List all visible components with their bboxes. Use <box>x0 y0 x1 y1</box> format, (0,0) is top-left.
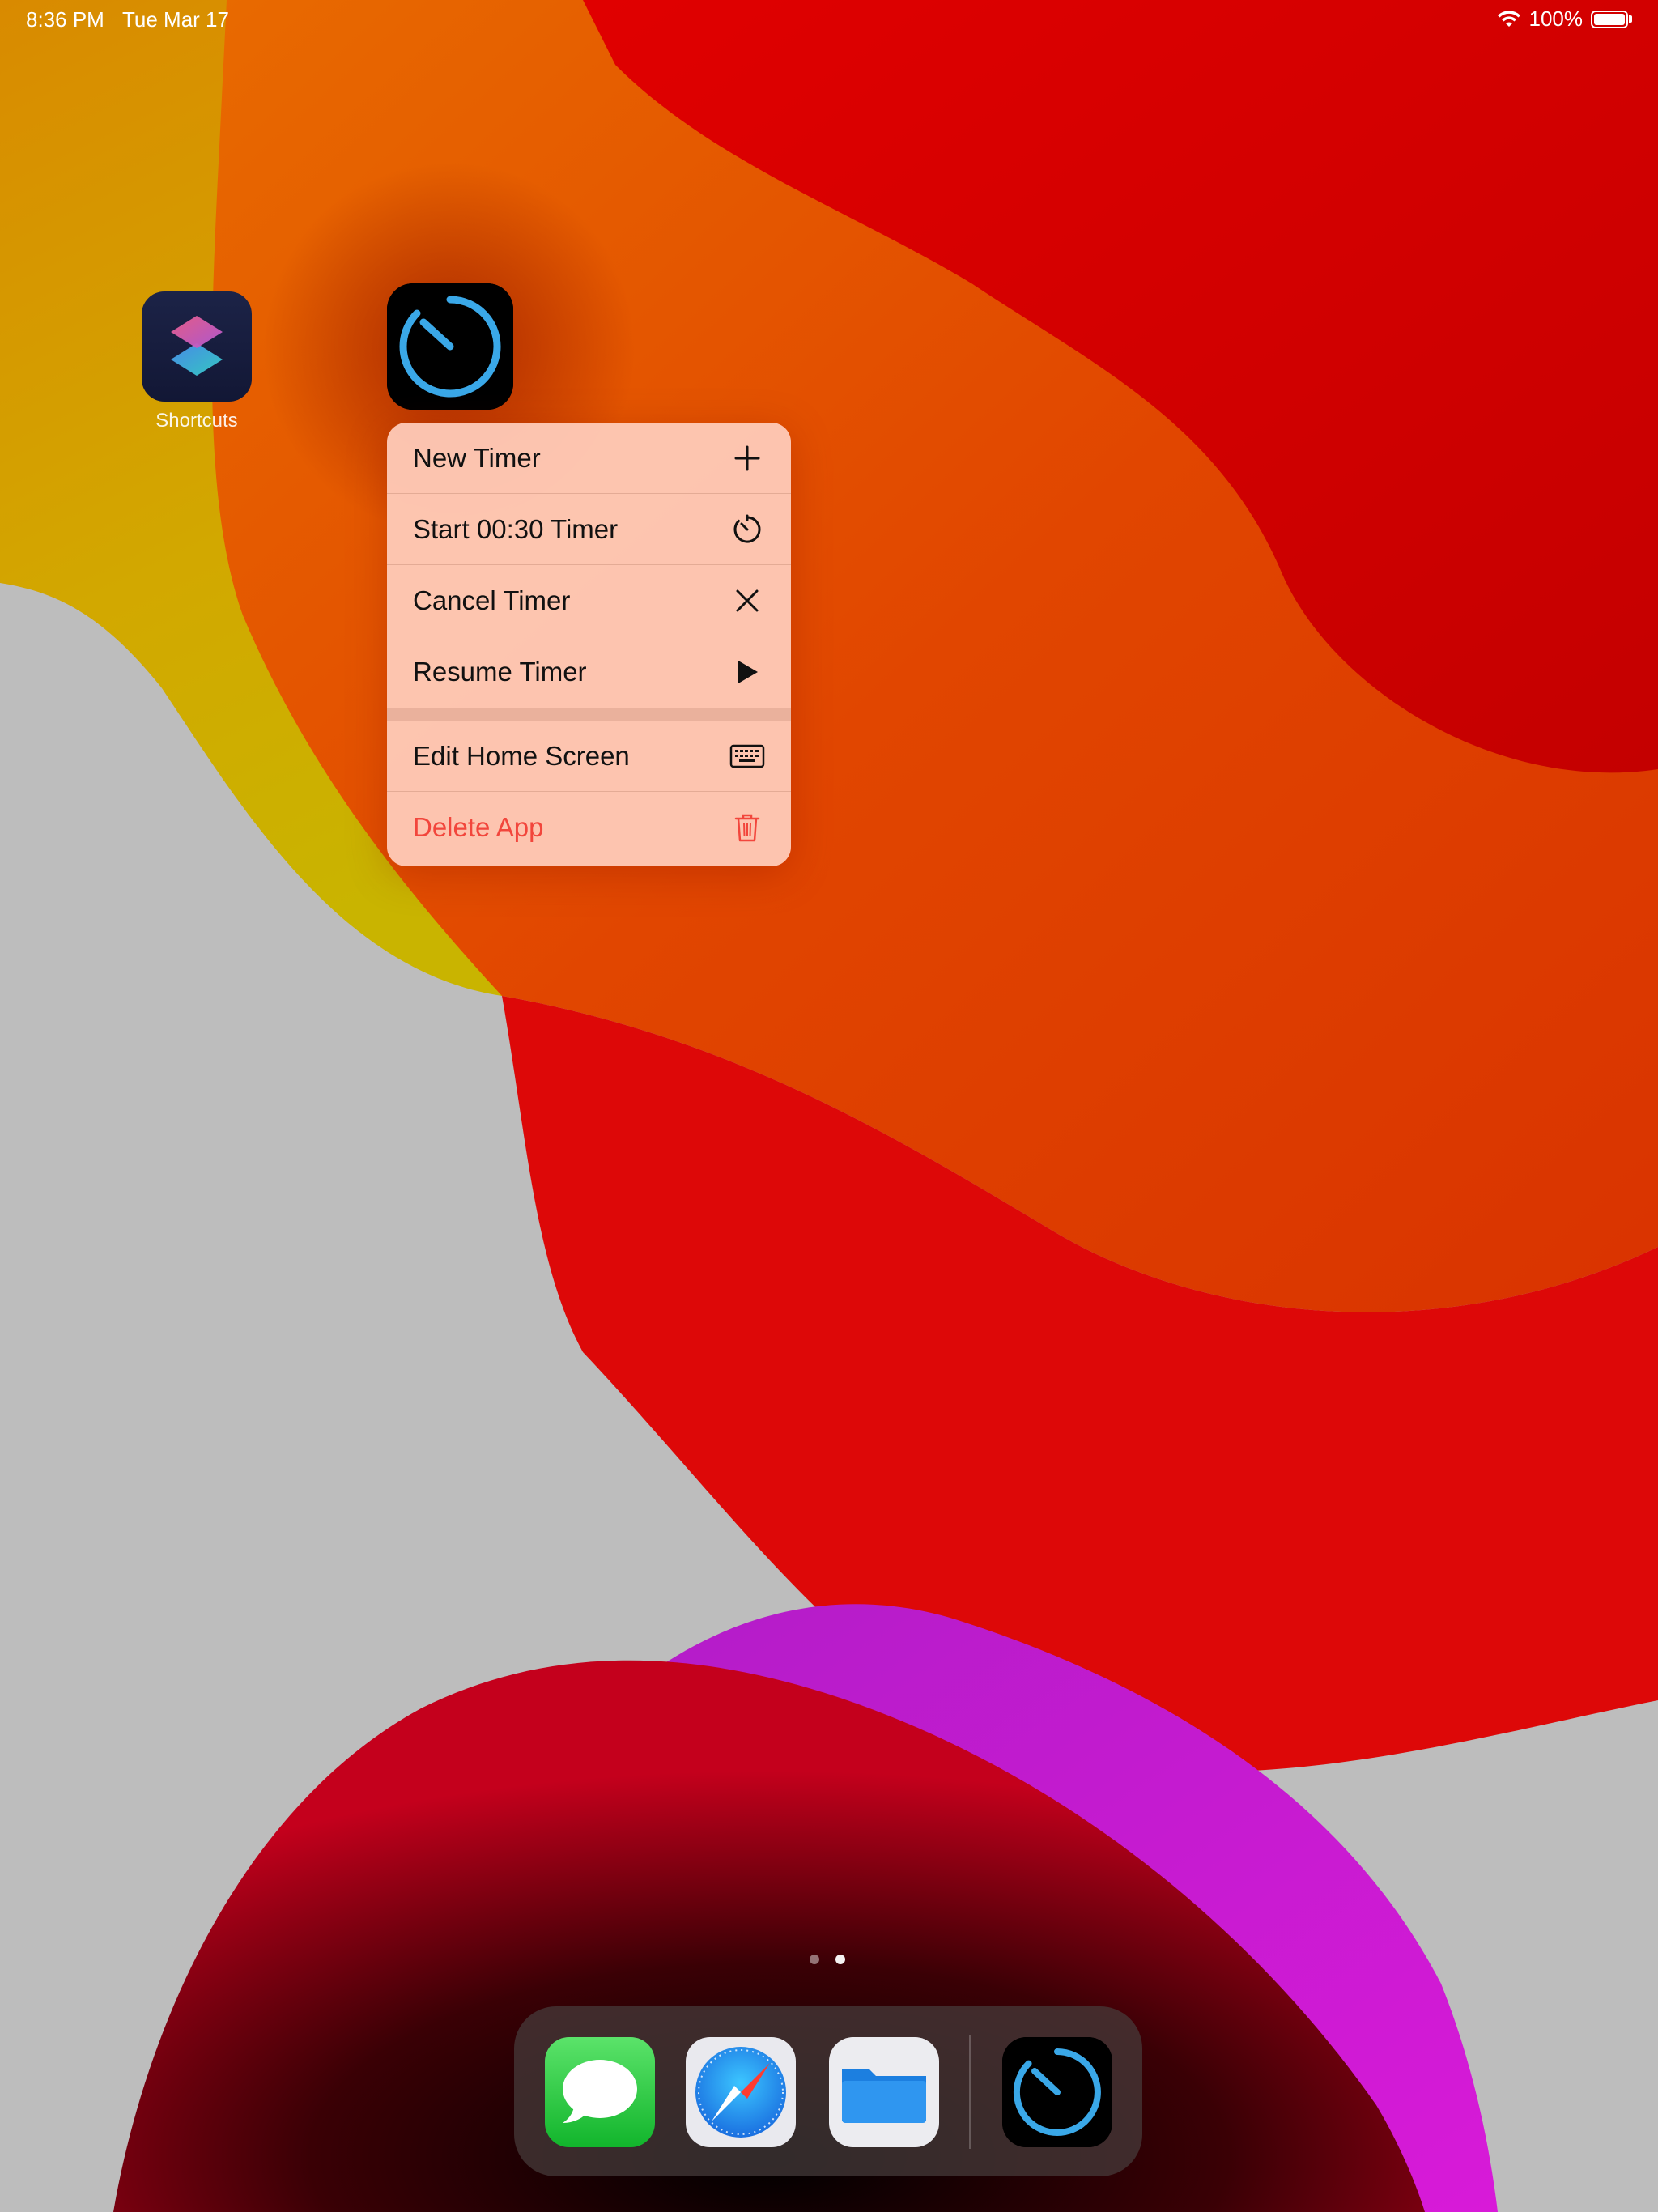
menu-item-label: Delete App <box>413 812 544 842</box>
menu-item-label: Cancel Timer <box>413 585 571 615</box>
menu-item-label: Edit Home Screen <box>413 740 630 771</box>
menu-item-delete-app[interactable]: Delete App <box>387 792 791 863</box>
dock-app-timer[interactable] <box>1002 2037 1112 2147</box>
menu-item-edit-home-screen[interactable]: Edit Home Screen <box>387 721 791 792</box>
status-time: 8:36 PM <box>26 7 104 32</box>
messages-icon <box>545 2037 655 2147</box>
wifi-icon <box>1497 10 1520 27</box>
dock-app-files[interactable] <box>829 2037 939 2147</box>
app-timer[interactable] <box>387 283 513 410</box>
shortcuts-icon <box>142 291 252 402</box>
keyboard-icon <box>729 738 765 774</box>
battery-percent: 100% <box>1528 6 1584 31</box>
timer-icon <box>387 283 513 410</box>
dock-app-messages[interactable] <box>545 2037 655 2147</box>
battery-icon <box>1591 10 1628 28</box>
menu-separator <box>387 708 791 721</box>
context-menu: New Timer Start 00:30 Timer Cancel Timer… <box>387 423 791 866</box>
safari-icon <box>686 2037 796 2147</box>
timer-icon <box>1002 2037 1112 2147</box>
menu-item-new-timer[interactable]: New Timer <box>387 423 791 494</box>
page-dot-2[interactable] <box>835 1955 845 1964</box>
menu-item-resume-timer[interactable]: Resume Timer <box>387 636 791 708</box>
trash-icon <box>729 810 765 845</box>
page-dot-1[interactable] <box>810 1955 819 1964</box>
app-shortcuts[interactable] <box>142 291 252 402</box>
status-indicators: 100% <box>1497 6 1632 32</box>
status-bar: 8:36 PM Tue Mar 17 100% <box>0 0 1658 39</box>
dock-divider <box>969 2035 971 2149</box>
dock <box>514 2006 1142 2176</box>
files-icon <box>829 2037 939 2147</box>
timer-icon <box>729 512 765 547</box>
menu-item-label: Resume Timer <box>413 657 587 687</box>
page-indicator[interactable] <box>810 1955 845 1964</box>
plus-icon <box>729 440 765 476</box>
status-date: Tue Mar 17 <box>122 7 229 32</box>
menu-item-cancel-timer[interactable]: Cancel Timer <box>387 565 791 636</box>
menu-item-label: Start 00:30 Timer <box>413 513 619 544</box>
menu-item-label: New Timer <box>413 442 541 473</box>
dock-app-safari[interactable] <box>686 2037 796 2147</box>
app-label-shortcuts: Shortcuts <box>155 410 238 432</box>
close-icon <box>729 583 765 619</box>
menu-item-start-timer[interactable]: Start 00:30 Timer <box>387 494 791 565</box>
play-icon <box>729 654 765 690</box>
